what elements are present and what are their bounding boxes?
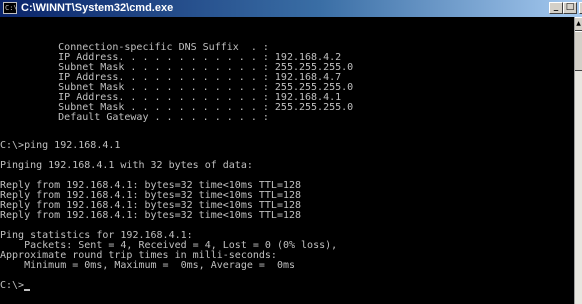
minimize-button[interactable]: _ [549,2,563,14]
console-prompt-text: C:\> [0,280,25,291]
console-prompt[interactable]: C:\> [0,280,31,291]
scroll-up-icon[interactable]: ▲ [575,17,582,31]
cmd-icon[interactable]: C:\ [3,2,17,14]
title-bar[interactable]: C:\ C:\WINNT\System32\cmd.exe _ □ x [0,0,582,17]
window-title: C:\WINNT\System32\cmd.exe [21,2,174,14]
console-line-min-max-avg: Minimum = 0ms, Maximum = 0ms, Average = … [0,260,296,271]
vertical-scrollbar[interactable]: ▲ [574,17,582,304]
console-output[interactable]: Connection-specific DNS Suffix . : IP Ad… [0,17,574,304]
maximize-button[interactable]: □ [563,2,577,14]
scrollbar-thumb[interactable] [575,31,582,71]
console-line-ping-command: C:\>ping 192.168.4.1 [0,140,121,151]
console-line-pinging: Pinging 192.168.4.1 with 32 bytes of dat… [0,160,253,171]
text-cursor [24,289,31,291]
console-line-default-gateway: Default Gateway . . . . . . . . . : [10,112,269,123]
console-line-reply: Reply from 192.168.4.1: bytes=32 time<10… [0,210,302,221]
cmd-window: C:\ C:\WINNT\System32\cmd.exe _ □ x Conn… [0,0,582,304]
